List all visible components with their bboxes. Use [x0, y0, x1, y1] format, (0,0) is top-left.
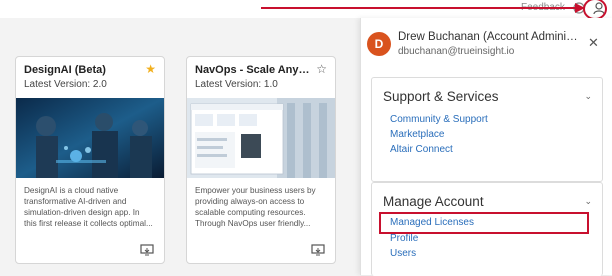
launch-icon[interactable]: [311, 244, 325, 256]
profile-panel: D Drew Buchanan (Account Administrator) …: [360, 18, 612, 276]
card-title: NavOps - Scale Anywhe...: [195, 64, 313, 76]
section-title: Support & Services: [383, 89, 499, 104]
app-card-designai[interactable]: DesignAI (Beta) Latest Version: 2.0 ★ De…: [15, 56, 165, 264]
section-title: Manage Account: [383, 194, 484, 209]
launch-icon[interactable]: [140, 244, 154, 256]
favorite-star-icon[interactable]: ★: [145, 62, 156, 76]
card-description: DesignAI is a cloud native transformativ…: [24, 186, 153, 228]
card-image: [16, 98, 164, 178]
avatar: D: [367, 32, 391, 56]
favorite-star-outline-icon[interactable]: ☆: [316, 62, 327, 76]
marketplace-link[interactable]: Marketplace: [390, 129, 444, 140]
close-icon[interactable]: ✕: [588, 35, 599, 51]
card-version: Latest Version: 1.0: [195, 79, 278, 90]
chevron-down-icon[interactable]: ⌄: [584, 91, 592, 102]
profile-link[interactable]: Profile: [390, 233, 418, 244]
card-version: Latest Version: 2.0: [24, 79, 107, 90]
community-support-link[interactable]: Community & Support: [390, 114, 488, 125]
annotation-highlight-box: [379, 212, 589, 234]
card-image: [187, 98, 335, 178]
support-services-section: Support & Services ⌄ Community & Support…: [371, 77, 603, 182]
card-description: Empower your business users by providing…: [195, 186, 316, 228]
annotation-arrow-line: [261, 7, 581, 9]
altair-connect-link[interactable]: Altair Connect: [390, 144, 453, 155]
users-link[interactable]: Users: [390, 248, 416, 259]
card-title: DesignAI (Beta): [24, 64, 106, 76]
app-card-navops[interactable]: NavOps - Scale Anywhe... Latest Version:…: [186, 56, 336, 264]
user-name: Drew Buchanan (Account Administrator): [398, 31, 581, 43]
user-email: dbuchanan@trueinsight.io: [398, 46, 515, 57]
chevron-down-icon[interactable]: ⌄: [584, 196, 592, 207]
top-bar: Feedback: [0, 0, 612, 18]
